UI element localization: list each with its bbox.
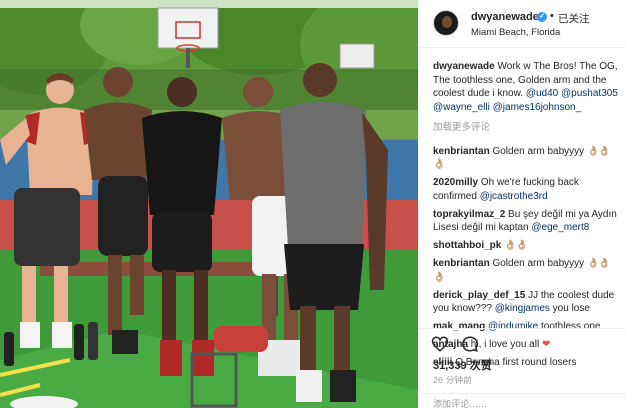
comment-text: Golden arm babyyyy <box>492 145 585 157</box>
post-photo-image <box>0 0 418 408</box>
post-header: dwyanewade ✓ • 已关注 Miami Beach, Florida <box>419 0 626 48</box>
caption-mention[interactable]: @james16johnson_ <box>493 102 582 113</box>
comment-mention[interactable]: @kingjames <box>495 303 550 314</box>
comment-icon[interactable] <box>461 335 479 353</box>
comment-username[interactable]: kenbriantan <box>433 146 490 157</box>
comment-username[interactable]: 2020milly <box>433 177 478 188</box>
following-button[interactable]: 已关注 <box>558 11 590 26</box>
comment-text-after: you lose <box>552 303 590 314</box>
add-comment-placeholder: 添加评论…… <box>433 399 488 408</box>
avatar[interactable] <box>433 10 459 36</box>
comment: derick_play_def_15 JJ the coolest dude y… <box>433 289 621 316</box>
add-comment-input[interactable]: 添加评论…… <box>419 393 626 408</box>
comment-username[interactable]: toprakyilmaz_2 <box>433 209 505 220</box>
post-timestamp: 26 分钟前 <box>433 375 473 385</box>
comment-text: Golden arm babyyyy <box>492 258 585 269</box>
post-caption: dwyanewade Work w The Bros! The OG, The … <box>433 60 621 114</box>
caption-mention[interactable]: @ud40 <box>526 88 558 99</box>
ok-hand-emoji-icon: 👌🏼👌🏼 <box>504 240 528 251</box>
caption-mention[interactable]: @pushat305 <box>561 88 618 99</box>
caption-username[interactable]: dwyanewade <box>433 61 495 72</box>
like-count[interactable]: 31,339 次赞 <box>433 357 492 373</box>
comment: kenbriantan Golden arm babyyyy 👌🏼👌🏼👌🏼 <box>433 145 621 172</box>
comment-mention[interactable]: @ege_mert8 <box>531 222 589 233</box>
post-photo[interactable] <box>0 0 418 408</box>
post-sidebar: dwyanewade ✓ • 已关注 Miami Beach, Florida … <box>418 0 626 408</box>
post-username[interactable]: dwyanewade <box>471 11 539 23</box>
comment: toprakyilmaz_2 Bu şey değil mi ya Aydın … <box>433 208 621 235</box>
comment-username[interactable]: derick_play_def_15 <box>433 290 525 301</box>
comment-username[interactable]: shottahboi_pk <box>433 240 501 251</box>
comment-username[interactable]: kenbriantan <box>433 258 490 269</box>
comment: kenbriantan Golden arm babyyyy 👌🏼👌🏼👌🏼 <box>433 257 621 284</box>
post-location[interactable]: Miami Beach, Florida <box>471 27 560 38</box>
comments-list: dwyanewade Work w The Bros! The OG, The … <box>433 60 621 374</box>
verified-badge-icon: ✓ <box>537 12 547 22</box>
post-actions: 31,339 次赞 26 分钟前 添加评论…… <box>419 328 626 408</box>
heart-icon[interactable] <box>431 335 449 353</box>
separator-dot: • <box>550 10 554 22</box>
load-more-comments-button[interactable]: 加载更多评论 <box>433 121 621 135</box>
caption-mention[interactable]: @wayne_elli <box>433 102 490 113</box>
comment-mention[interactable]: @jcastrothe3rd <box>480 191 548 202</box>
comment: 2020milly Oh we're fucking back confirme… <box>433 176 621 203</box>
comment: shottahboi_pk 👌🏼👌🏼 <box>433 239 621 253</box>
